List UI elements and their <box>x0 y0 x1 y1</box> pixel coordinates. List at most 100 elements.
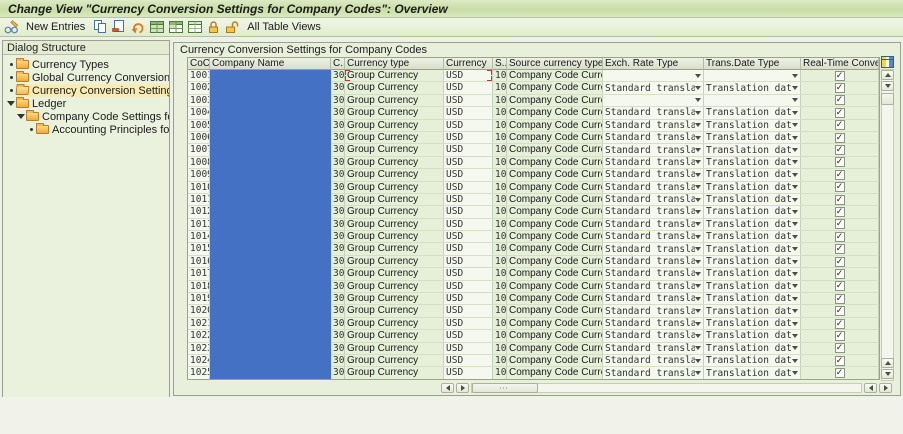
scroll-left-button[interactable] <box>864 383 877 393</box>
cocd-cell[interactable]: 1012 <box>188 206 210 218</box>
cocd-cell[interactable]: 1016 <box>188 255 210 268</box>
scroll-down-button[interactable] <box>881 81 894 91</box>
cocd-cell[interactable]: 1005 <box>188 119 210 131</box>
trans-date-type-select[interactable]: Translation date <box>704 119 801 131</box>
exch-rate-type-select[interactable]: Standard translat. <box>603 82 704 94</box>
cocd-cell[interactable]: 1007 <box>188 144 210 156</box>
trans-date-type-select[interactable] <box>704 70 801 82</box>
lock-icon[interactable] <box>205 19 222 35</box>
realtime-conversion-checkbox[interactable] <box>834 145 845 156</box>
cocd-cell[interactable]: 1022 <box>188 330 210 342</box>
realtime-conversion-checkbox[interactable] <box>834 231 845 242</box>
trans-date-type-select[interactable]: Translation date <box>704 193 801 206</box>
currency-cell[interactable]: USD <box>444 181 493 193</box>
dialog-structure-item[interactable]: Global Currency Conversion Settings <box>3 71 169 84</box>
currency-cell[interactable]: USD <box>444 70 493 82</box>
currency-cell[interactable]: USD <box>444 305 493 317</box>
cocd-cell[interactable]: 1019 <box>188 293 210 305</box>
realtime-conversion-checkbox[interactable] <box>834 281 845 292</box>
realtime-conversion-checkbox[interactable] <box>834 355 845 366</box>
realtime-conversion-checkbox[interactable] <box>834 83 845 94</box>
exch-rate-type-select[interactable]: Standard translat. <box>603 367 704 379</box>
scroll-up-button[interactable] <box>881 70 894 80</box>
trans-date-type-select[interactable]: Translation date <box>704 367 801 379</box>
scrollbar-thumb[interactable] <box>472 383 538 393</box>
undo-icon[interactable] <box>129 19 146 35</box>
currency-cell[interactable]: USD <box>444 206 493 218</box>
cocd-cell[interactable]: 1008 <box>188 156 210 169</box>
unlock-icon[interactable] <box>224 19 241 35</box>
currency-cell[interactable]: USD <box>444 218 493 231</box>
realtime-conversion-checkbox[interactable] <box>834 318 845 329</box>
trans-date-type-select[interactable]: Translation date <box>704 354 801 367</box>
scroll-up-button[interactable] <box>881 358 894 368</box>
cocd-cell[interactable]: 1020 <box>188 305 210 317</box>
cocd-cell[interactable]: 1001 <box>188 70 210 82</box>
exch-rate-type-select[interactable]: Standard translat. <box>603 181 704 193</box>
realtime-conversion-checkbox[interactable] <box>834 256 845 267</box>
trans-date-type-select[interactable]: Translation date <box>704 218 801 231</box>
realtime-conversion-checkbox[interactable] <box>834 107 845 118</box>
exch-rate-type-select[interactable]: Standard translat. <box>603 268 704 280</box>
copy-as-icon[interactable] <box>91 19 108 35</box>
currency-cell[interactable]: USD <box>444 367 493 379</box>
deselect-all-icon[interactable] <box>186 19 203 35</box>
exch-rate-type-select[interactable]: Standard translat. <box>603 156 704 169</box>
dialog-structure-item[interactable]: Accounting Principles for Ledger and Com… <box>3 123 169 136</box>
trans-date-type-select[interactable]: Translation date <box>704 317 801 330</box>
exch-rate-type-select[interactable]: Standard translat. <box>603 231 704 243</box>
currency-cell[interactable]: USD <box>444 255 493 268</box>
trans-date-type-select[interactable]: Translation date <box>704 169 801 181</box>
realtime-conversion-checkbox[interactable] <box>834 206 845 217</box>
column-header[interactable]: Trans.Date Type <box>704 58 801 70</box>
exch-rate-type-select[interactable]: Standard translat. <box>603 293 704 305</box>
scroll-down-button[interactable] <box>881 369 894 379</box>
currency-cell[interactable]: USD <box>444 169 493 181</box>
cocd-cell[interactable]: 1003 <box>188 94 210 107</box>
realtime-conversion-checkbox[interactable] <box>834 330 845 341</box>
currency-cell[interactable]: USD <box>444 280 493 293</box>
cocd-cell[interactable]: 1021 <box>188 317 210 330</box>
exch-rate-type-select[interactable]: Standard translat. <box>603 255 704 268</box>
all-table-views-button[interactable]: All Table Views <box>243 21 325 33</box>
column-header[interactable]: Real-Time Conversion <box>801 58 879 70</box>
column-header[interactable]: Source currency type <box>507 58 603 70</box>
trans-date-type-select[interactable]: Translation date <box>704 268 801 280</box>
realtime-conversion-checkbox[interactable] <box>834 120 845 131</box>
realtime-conversion-checkbox[interactable] <box>834 343 845 354</box>
scroll-right-button[interactable] <box>456 383 469 393</box>
trans-date-type-select[interactable] <box>704 94 801 107</box>
realtime-conversion-checkbox[interactable] <box>834 368 845 379</box>
currency-cell[interactable]: USD <box>444 342 493 354</box>
exch-rate-type-select[interactable]: Standard translat. <box>603 107 704 119</box>
scrollbar-thumb[interactable] <box>881 93 894 105</box>
trans-date-type-select[interactable]: Translation date <box>704 330 801 342</box>
new-entries-button[interactable]: New Entries <box>22 21 89 33</box>
dialog-structure-item[interactable]: Currency Conversion Settings for Company… <box>3 84 169 97</box>
currency-cell[interactable]: USD <box>444 293 493 305</box>
realtime-conversion-checkbox[interactable] <box>834 306 845 317</box>
realtime-conversion-checkbox[interactable] <box>834 95 845 106</box>
column-header[interactable]: Currency type <box>345 58 444 70</box>
trans-date-type-select[interactable]: Translation date <box>704 144 801 156</box>
currency-cell[interactable]: USD <box>444 119 493 131</box>
trans-date-type-select[interactable]: Translation date <box>704 255 801 268</box>
scrollbar-track[interactable] <box>881 69 894 381</box>
cocd-cell[interactable]: 1023 <box>188 342 210 354</box>
cocd-cell[interactable]: 1024 <box>188 354 210 367</box>
currency-cell[interactable]: USD <box>444 268 493 280</box>
scrollbar-track[interactable] <box>471 383 862 393</box>
trans-date-type-select[interactable]: Translation date <box>704 131 801 144</box>
currency-cell[interactable]: USD <box>444 193 493 206</box>
column-header[interactable]: C.. <box>331 58 345 70</box>
realtime-conversion-checkbox[interactable] <box>834 194 845 205</box>
cocd-cell[interactable]: 1010 <box>188 181 210 193</box>
trans-date-type-select[interactable]: Translation date <box>704 231 801 243</box>
trans-date-type-select[interactable]: Translation date <box>704 206 801 218</box>
dialog-structure-item[interactable]: Company Code Settings for the Ledger <box>3 110 169 123</box>
trans-date-type-select[interactable]: Translation date <box>704 342 801 354</box>
currency-cell[interactable]: USD <box>444 231 493 243</box>
exch-rate-type-select[interactable]: Standard translat. <box>603 330 704 342</box>
exch-rate-type-select[interactable]: Standard translat. <box>603 193 704 206</box>
exch-rate-type-select[interactable]: Standard translat. <box>603 131 704 144</box>
